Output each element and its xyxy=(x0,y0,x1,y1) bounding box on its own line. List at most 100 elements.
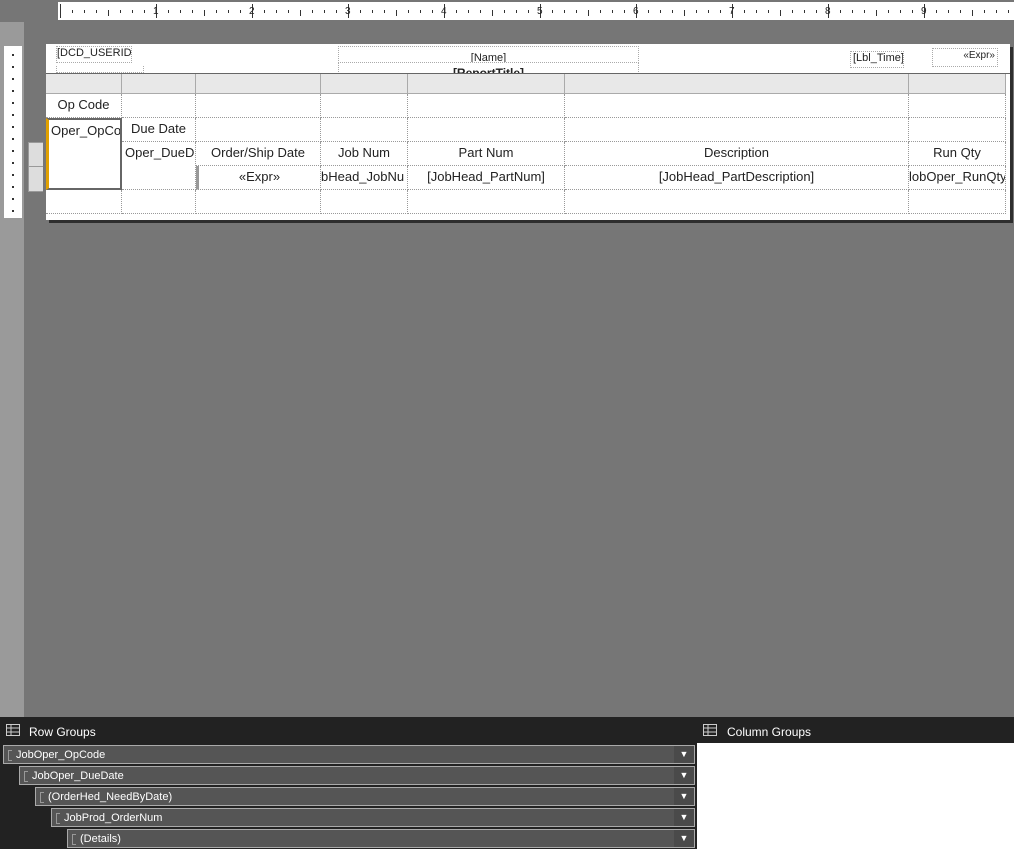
empty-cell[interactable] xyxy=(321,118,408,142)
op-code-header: Op Code xyxy=(57,97,110,112)
empty-cell[interactable] xyxy=(196,94,321,118)
op-code-header-cell[interactable]: Op Code xyxy=(46,94,122,118)
empty-cell[interactable] xyxy=(122,190,196,214)
ruler-tick xyxy=(432,10,433,13)
table-icon xyxy=(6,724,20,736)
empty-cell[interactable] xyxy=(565,190,909,214)
name-textbox[interactable]: [Name] xyxy=(338,46,639,63)
part-num-header-cell[interactable]: Part Num xyxy=(408,142,565,166)
tablix-handle[interactable] xyxy=(196,74,321,94)
row-group-item[interactable]: (OrderHed_NeedByDate) ▼ xyxy=(35,787,695,806)
empty-cell[interactable] xyxy=(565,118,909,142)
ruler-tick xyxy=(948,10,949,13)
empty-cell[interactable] xyxy=(46,190,122,214)
ruler-tick xyxy=(132,10,133,13)
lbl-time-text: [Lbl_Time] xyxy=(853,52,904,64)
triangle-down-icon[interactable]: ▼ xyxy=(674,788,694,805)
ruler-tick xyxy=(744,10,745,13)
hidden-textbox[interactable] xyxy=(56,66,144,73)
empty-cell[interactable] xyxy=(565,94,909,118)
job-num-value-cell[interactable]: bHead_JobNu xyxy=(321,166,408,190)
empty-cell[interactable] xyxy=(909,118,1006,142)
empty-cell[interactable] xyxy=(408,190,565,214)
description-header-cell[interactable]: Description xyxy=(565,142,909,166)
run-qty-header-cell[interactable]: Run Qty xyxy=(909,142,1006,166)
time-expr-text: «Expr» xyxy=(963,50,995,61)
tablix-handle[interactable] xyxy=(565,74,909,94)
tablix-handle[interactable] xyxy=(321,74,408,94)
ruler-tick xyxy=(696,10,697,13)
empty-cell[interactable] xyxy=(196,118,321,142)
triangle-down-icon[interactable]: ▼ xyxy=(674,809,694,826)
due-date-group-cell[interactable]: Oper_DueD xyxy=(122,142,196,190)
order-ship-date-header: Order/Ship Date xyxy=(211,145,305,160)
row-group-item[interactable]: JobOper_DueDate ▼ xyxy=(19,766,695,785)
ruler-tick xyxy=(312,10,313,13)
vertical-ruler xyxy=(4,46,22,218)
lbl-time-textbox[interactable]: [Lbl_Time] xyxy=(850,51,904,68)
ruler-tick xyxy=(72,10,73,13)
ruler-tick xyxy=(480,10,481,13)
part-num-value-cell[interactable]: [JobHead_PartNum] xyxy=(408,166,565,190)
triangle-down-icon[interactable]: ▼ xyxy=(674,746,694,763)
userid-textbox[interactable]: [DCD_USERID xyxy=(56,46,132,63)
ruler-number: 3 xyxy=(345,6,351,17)
tablix-handle[interactable] xyxy=(122,74,196,94)
empty-cell[interactable] xyxy=(408,94,565,118)
ruler-tick xyxy=(600,10,601,13)
tablix-handle[interactable] xyxy=(909,74,1006,94)
run-qty-value-cell[interactable]: lobOper_RunQty xyxy=(909,166,1006,190)
column-groups-area[interactable] xyxy=(697,743,1014,849)
group-bracket-icon xyxy=(40,792,44,803)
ruler-tick xyxy=(60,4,61,18)
ruler-tick xyxy=(12,78,14,80)
description-value: [JobHead_PartDescription] xyxy=(658,169,815,184)
ruler-tick xyxy=(420,10,421,13)
tablix-handle[interactable] xyxy=(46,74,122,94)
job-num-header: Job Num xyxy=(337,145,391,160)
triangle-down-icon[interactable]: ▼ xyxy=(674,767,694,784)
ruler-tick xyxy=(840,10,841,13)
ruler-tick xyxy=(768,10,769,13)
report-body[interactable]: [DCD_USERID [Name] [ReportTitle] [Lbl_Ti… xyxy=(28,44,1010,220)
row-groups-header: Row Groups xyxy=(0,717,697,743)
due-date-header: Due Date xyxy=(131,121,186,136)
empty-cell[interactable] xyxy=(321,94,408,118)
order-ship-date-header-cell[interactable]: Order/Ship Date xyxy=(196,142,321,166)
ruler-tick xyxy=(756,10,757,13)
empty-cell[interactable] xyxy=(321,190,408,214)
op-code-group-cell[interactable]: Oper_OpCo xyxy=(46,118,122,190)
job-num-header-cell[interactable]: Job Num xyxy=(321,142,408,166)
tablix-handle[interactable] xyxy=(408,74,565,94)
userid-text: [DCD_USERID xyxy=(57,47,132,59)
empty-cell[interactable] xyxy=(909,190,1006,214)
ruler-tick xyxy=(168,10,169,13)
order-ship-date-value-cell[interactable]: «Expr» xyxy=(196,166,321,190)
triangle-down-icon[interactable]: ▼ xyxy=(674,830,694,847)
column-groups-header: Column Groups xyxy=(697,717,1014,743)
group-bracket-icon xyxy=(72,834,76,845)
ruler-tick xyxy=(12,210,14,212)
ruler-tick xyxy=(276,10,277,13)
time-expr-textbox[interactable]: «Expr» xyxy=(932,48,998,67)
description-value-cell[interactable]: [JobHead_PartDescription] xyxy=(565,166,909,190)
row-group-item[interactable]: JobOper_OpCode ▼ xyxy=(3,745,695,764)
row-groups-list[interactable]: JobOper_OpCode ▼ JobOper_DueDate ▼ (Orde… xyxy=(0,743,697,849)
ruler-tick xyxy=(900,10,901,13)
empty-cell[interactable] xyxy=(122,94,196,118)
ruler-number: 6 xyxy=(633,6,639,17)
run-qty-header: Run Qty xyxy=(933,145,981,160)
empty-cell[interactable] xyxy=(196,190,321,214)
row-group-item[interactable]: (Details) ▼ xyxy=(67,829,695,848)
ruler-tick xyxy=(12,126,14,128)
empty-cell[interactable] xyxy=(408,118,565,142)
due-date-header-cell[interactable]: Due Date xyxy=(122,118,196,142)
ruler-tick xyxy=(876,10,877,16)
ruler-tick xyxy=(396,10,397,16)
empty-cell[interactable] xyxy=(909,94,1006,118)
ruler-tick xyxy=(12,102,14,104)
ruler-tick xyxy=(336,10,337,13)
ruler-tick xyxy=(504,10,505,13)
ruler-tick xyxy=(228,10,229,13)
row-group-item[interactable]: JobProd_OrderNum ▼ xyxy=(51,808,695,827)
